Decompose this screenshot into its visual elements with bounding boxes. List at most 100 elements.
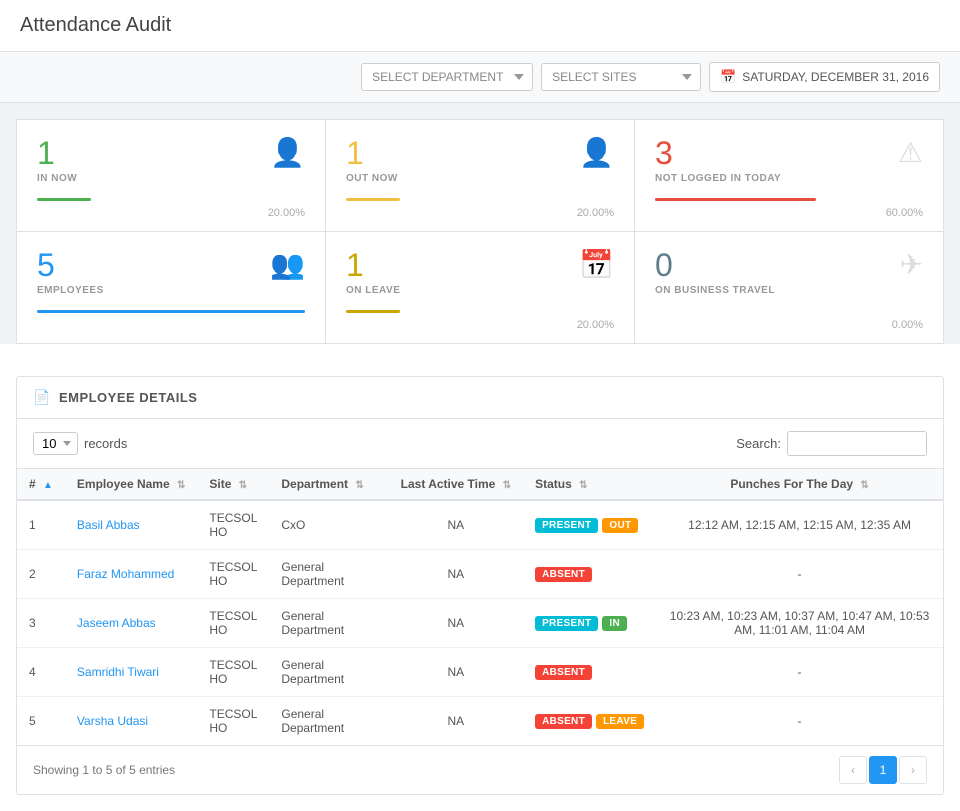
- cell-name: Jaseem Abbas: [65, 599, 197, 648]
- page-container: Attendance Audit SELECT DEPARTMENT SELEC…: [0, 0, 960, 811]
- not-logged-number: 3: [655, 136, 923, 171]
- stat-card-business-travel: 0 ON BUSINESS TRAVEL ✈ 0.00%: [635, 232, 943, 343]
- status-badge-out: OUT: [602, 518, 638, 533]
- cell-status: ABSENT: [523, 550, 656, 599]
- section-header-icon: 📄: [33, 389, 51, 406]
- business-travel-label: ON BUSINESS TRAVEL: [655, 285, 923, 296]
- cell-name: Basil Abbas: [65, 500, 197, 550]
- on-leave-bar: [346, 310, 400, 313]
- prev-page-button[interactable]: ‹: [839, 756, 867, 784]
- on-leave-label: ON LEAVE: [346, 285, 614, 296]
- col-site[interactable]: Site ⇅: [197, 469, 269, 501]
- cell-status: PRESENT OUT: [523, 500, 656, 550]
- records-control: 10 records: [33, 432, 127, 455]
- stat-card-on-leave: 1 ON LEAVE 📅 20.00%: [326, 232, 634, 343]
- cell-site: TECSOLHO: [197, 550, 269, 599]
- cell-last-active: NA: [389, 500, 523, 550]
- search-input[interactable]: [787, 431, 927, 456]
- stat-card-employees: 5 EMPLOYEES 👥: [17, 232, 325, 343]
- table-row: 5 Varsha Udasi TECSOLHO General Departme…: [17, 697, 943, 746]
- status-badge-absent: ABSENT: [535, 714, 592, 729]
- employee-link[interactable]: Basil Abbas: [77, 518, 140, 532]
- sort-icon-dept: ⇅: [355, 480, 363, 491]
- col-status[interactable]: Status ⇅: [523, 469, 656, 501]
- not-logged-bar-container: 60.00%: [655, 198, 923, 219]
- cell-last-active: NA: [389, 599, 523, 648]
- date-label: SATURDAY, DECEMBER 31, 2016: [742, 70, 929, 84]
- cell-department: CxO: [269, 500, 388, 550]
- cell-status: PRESENT IN: [523, 599, 656, 648]
- in-now-bar: [37, 198, 91, 201]
- cell-department: General Department: [269, 697, 388, 746]
- business-travel-percent: 0.00%: [655, 319, 923, 331]
- cell-name: Samridhi Tiwari: [65, 648, 197, 697]
- search-control: Search:: [736, 431, 927, 456]
- pagination: ‹ 1 ›: [839, 756, 927, 784]
- stat-card-in-now: 1 IN NOW 👤 20.00%: [17, 120, 325, 231]
- sort-icon-status: ⇅: [579, 480, 587, 491]
- department-select[interactable]: SELECT DEPARTMENT: [361, 63, 533, 91]
- cell-last-active: NA: [389, 697, 523, 746]
- employee-link[interactable]: Jaseem Abbas: [77, 616, 156, 630]
- out-now-icon: 👤: [579, 136, 614, 169]
- in-now-label: IN NOW: [37, 173, 305, 184]
- employee-link[interactable]: Samridhi Tiwari: [77, 665, 159, 679]
- main-content: 📄 EMPLOYEE DETAILS 10 records Search:: [0, 344, 960, 811]
- not-logged-icon: ⚠: [898, 136, 923, 169]
- col-punches[interactable]: Punches For The Day ⇅: [656, 469, 943, 501]
- cell-name: Faraz Mohammed: [65, 550, 197, 599]
- table-header-row: # ▲ Employee Name ⇅ Site ⇅ Department ⇅: [17, 469, 943, 501]
- date-selector[interactable]: 📅 SATURDAY, DECEMBER 31, 2016: [709, 62, 940, 92]
- cell-num: 2: [17, 550, 65, 599]
- col-department[interactable]: Department ⇅: [269, 469, 388, 501]
- cell-site: TECSOLHO: [197, 500, 269, 550]
- cell-punches: -: [656, 697, 943, 746]
- sort-asc-icon: ▲: [43, 480, 53, 491]
- table-footer: Showing 1 to 5 of 5 entries ‹ 1 ›: [17, 745, 943, 794]
- employee-details-card: 📄 EMPLOYEE DETAILS 10 records Search:: [16, 376, 944, 795]
- col-name[interactable]: Employee Name ⇅: [65, 469, 197, 501]
- table-row: 4 Samridhi Tiwari TECSOLHO General Depar…: [17, 648, 943, 697]
- employees-bar: [37, 310, 305, 313]
- status-badge-present: PRESENT: [535, 518, 598, 533]
- employee-link[interactable]: Faraz Mohammed: [77, 567, 174, 581]
- page-1-button[interactable]: 1: [869, 756, 897, 784]
- section-header: 📄 EMPLOYEE DETAILS: [17, 377, 943, 419]
- cell-num: 3: [17, 599, 65, 648]
- status-badge-absent: ABSENT: [535, 665, 592, 680]
- sites-select[interactable]: SELECT SITES: [541, 63, 701, 91]
- in-now-percent: 20.00%: [37, 207, 305, 219]
- section-title: EMPLOYEE DETAILS: [59, 390, 198, 405]
- records-per-page-select[interactable]: 10: [33, 432, 78, 455]
- cell-last-active: NA: [389, 550, 523, 599]
- employee-link[interactable]: Varsha Udasi: [77, 714, 148, 728]
- cell-punches: -: [656, 550, 943, 599]
- search-label: Search:: [736, 436, 781, 451]
- page-header: Attendance Audit: [0, 0, 960, 52]
- cell-site: TECSOLHO: [197, 648, 269, 697]
- next-page-button[interactable]: ›: [899, 756, 927, 784]
- toolbar: SELECT DEPARTMENT SELECT SITES 📅 SATURDA…: [0, 52, 960, 103]
- status-badge-leave: LEAVE: [596, 714, 644, 729]
- employees-bar-container: [37, 310, 305, 313]
- cell-punches: 10:23 AM, 10:23 AM, 10:37 AM, 10:47 AM, …: [656, 599, 943, 648]
- cell-num: 4: [17, 648, 65, 697]
- on-leave-bar-container: 20.00%: [346, 310, 614, 331]
- out-now-label: OUT NOW: [346, 173, 614, 184]
- status-badge-in: IN: [602, 616, 627, 631]
- not-logged-label: NOT LOGGED IN TODAY: [655, 173, 923, 184]
- employees-icon: 👥: [270, 248, 305, 281]
- cell-department: General Department: [269, 550, 388, 599]
- cell-department: General Department: [269, 599, 388, 648]
- sort-icon-site: ⇅: [239, 480, 247, 491]
- records-label: records: [84, 436, 127, 451]
- cell-name: Varsha Udasi: [65, 697, 197, 746]
- col-num[interactable]: # ▲: [17, 469, 65, 501]
- out-now-percent: 20.00%: [346, 207, 614, 219]
- stat-card-not-logged: 3 NOT LOGGED IN TODAY ⚠ 60.00%: [635, 120, 943, 231]
- page-title: Attendance Audit: [20, 14, 940, 37]
- stat-card-out-now: 1 OUT NOW 👤 20.00%: [326, 120, 634, 231]
- in-now-number: 1: [37, 136, 305, 171]
- showing-entries: Showing 1 to 5 of 5 entries: [33, 763, 175, 777]
- col-last-active[interactable]: Last Active Time ⇅: [389, 469, 523, 501]
